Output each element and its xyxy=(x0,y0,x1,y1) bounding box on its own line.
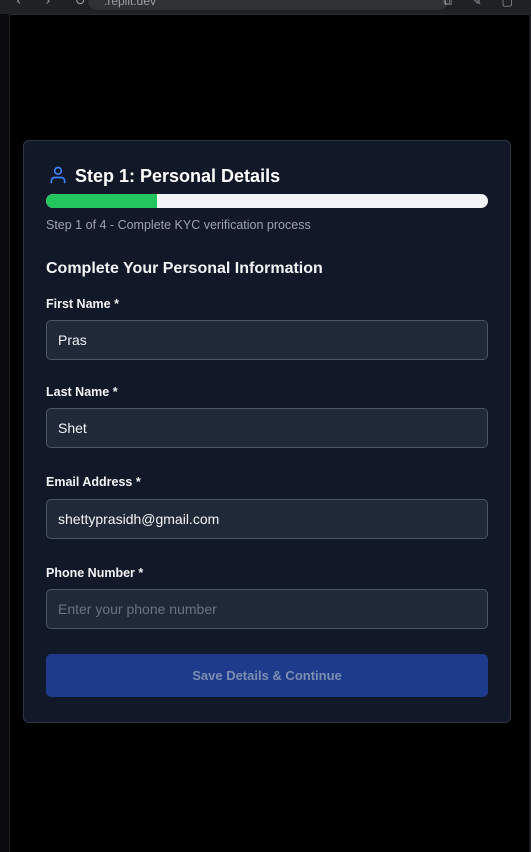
user-icon xyxy=(50,166,66,184)
browser-nav-icons[interactable]: ‹ › ↻ xyxy=(16,0,96,9)
last-name-field[interactable] xyxy=(46,408,488,448)
phone-label: Phone Number * xyxy=(46,566,144,580)
save-continue-button[interactable]: Save Details & Continue xyxy=(46,654,488,697)
address-bar-url: .replit.dev xyxy=(104,0,157,8)
step-title: Step 1: Personal Details xyxy=(75,166,281,186)
progress-bar xyxy=(46,194,488,208)
kyc-step-card: Step 1: Personal Details Step 1 of 4 - C… xyxy=(23,140,511,723)
email-label: Email Address * xyxy=(46,475,141,489)
first-name-label: First Name * xyxy=(46,297,119,311)
last-name-label: Last Name * xyxy=(46,385,118,399)
address-bar[interactable]: .replit.dev xyxy=(88,0,448,10)
browser-action-icons[interactable]: ⧉ ✎ ▢ xyxy=(443,0,521,9)
first-name-field[interactable] xyxy=(46,320,488,360)
progress-caption: Step 1 of 4 - Complete KYC verification … xyxy=(46,218,311,232)
browser-toolbar: ‹ › ↻ .replit.dev ⧉ ✎ ▢ xyxy=(0,0,531,15)
form-heading: Complete Your Personal Information xyxy=(46,260,323,277)
left-panel-edge xyxy=(0,14,10,852)
phone-field[interactable] xyxy=(46,589,488,629)
email-field[interactable] xyxy=(46,499,488,539)
progress-bar-fill xyxy=(46,194,157,208)
